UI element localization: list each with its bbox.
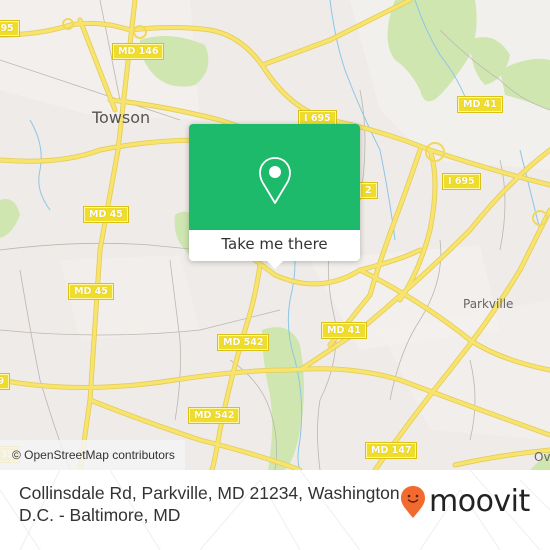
popup-pointer: [267, 261, 283, 269]
map-attribution[interactable]: © OpenStreetMap contributors: [0, 440, 185, 470]
route-shield-i695: I 695: [442, 173, 481, 190]
place-label-ov: Ov: [534, 450, 550, 464]
take-me-there-popup[interactable]: Take me there: [189, 124, 360, 269]
route-shield-md542: MD 542: [216, 334, 270, 351]
route-shield-md45: MD 45: [83, 206, 129, 223]
route-shield-md147: MD 147: [364, 442, 418, 459]
place-label-towson: Towson: [92, 108, 151, 127]
route-shield-partial: 39: [0, 373, 11, 390]
route-shield-i695: I 695: [0, 20, 20, 37]
route-shield-partial: 2: [359, 182, 378, 199]
footer: Collinsdale Rd, Parkville, MD 21234, Was…: [0, 470, 550, 550]
moovit-logo[interactable]: moovit: [400, 482, 530, 522]
map-pin-icon: [259, 157, 291, 204]
moovit-pin-icon: [401, 486, 425, 518]
route-shield-md41: MD 41: [321, 322, 367, 339]
map-view[interactable]: Towson Parkville Ov I 695 MD 146 I 695 M…: [0, 0, 550, 470]
route-shield-md146: MD 146: [111, 43, 165, 60]
route-shield-md41: MD 41: [457, 96, 503, 113]
route-shield-md542: MD 542: [187, 407, 241, 424]
address-text: Collinsdale Rd, Parkville, MD 21234, Was…: [19, 483, 405, 525]
place-label-parkville: Parkville: [463, 297, 514, 311]
moovit-wordmark: moovit: [429, 484, 530, 519]
popup-header[interactable]: [189, 124, 360, 230]
route-shield-md45: MD 45: [68, 283, 114, 300]
take-me-there-button[interactable]: Take me there: [189, 230, 360, 261]
